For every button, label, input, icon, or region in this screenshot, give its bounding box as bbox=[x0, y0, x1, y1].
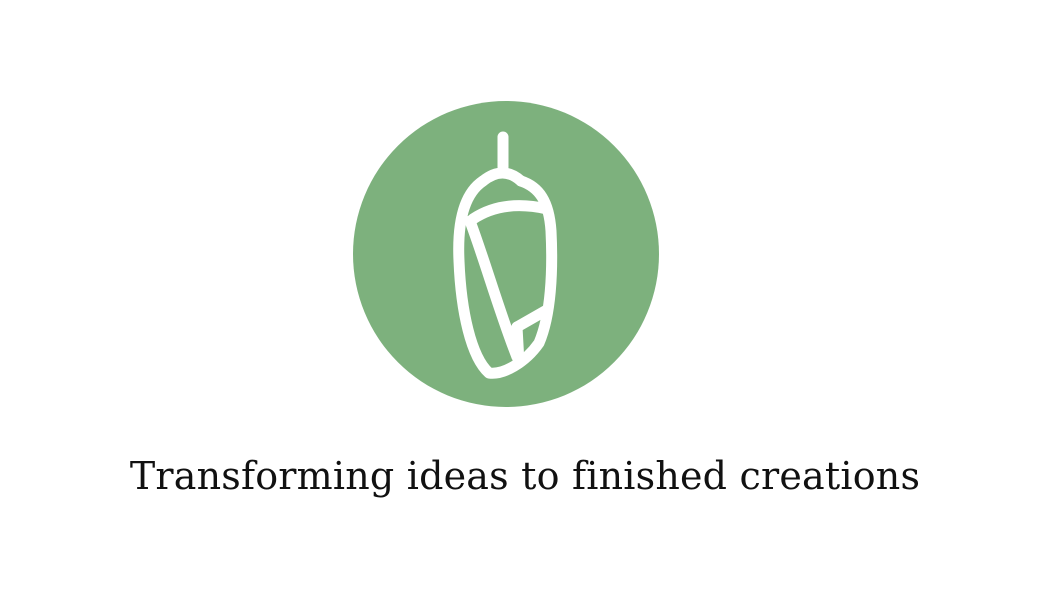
tagline-text: Transforming ideas to finished creations bbox=[129, 454, 921, 498]
logo: Transforming ideas to finished creations bbox=[0, 0, 1050, 600]
chrysalis-icon bbox=[353, 101, 659, 407]
emblem-circle bbox=[353, 101, 659, 407]
